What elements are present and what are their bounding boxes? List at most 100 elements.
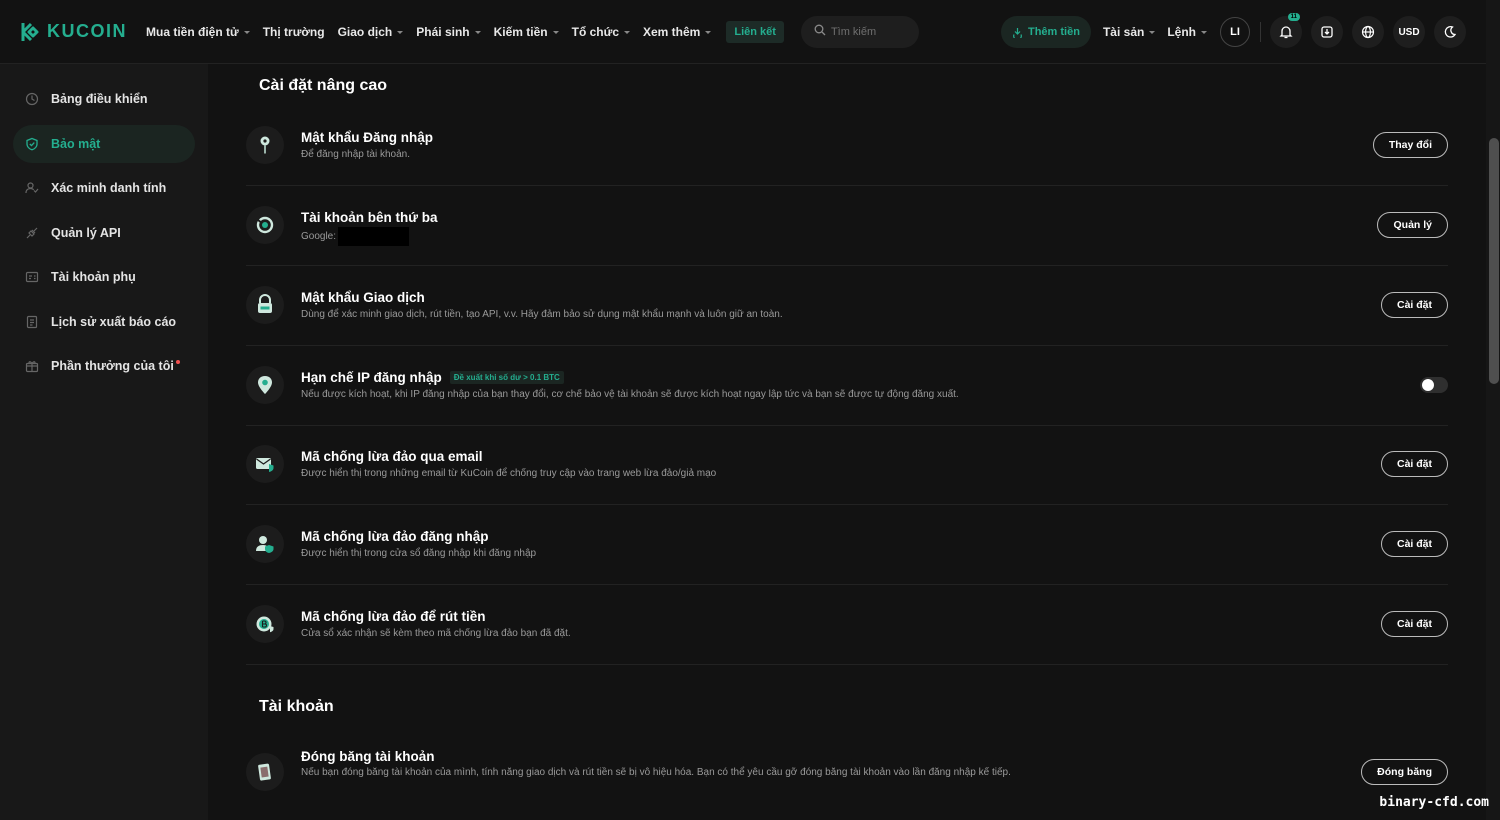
report-icon [25,315,39,329]
deposit-label: Thêm tiền [1027,26,1080,38]
kucoin-logo-icon [20,21,42,43]
setup-email-code-button[interactable]: Cài đặt [1380,451,1448,478]
chevron-down-icon [243,30,250,34]
chevron-down-icon [705,30,712,34]
sub-account-icon [25,270,39,284]
nav-label: Thị trường [262,24,325,39]
recommendation-badge: Đề xuất khi số dư > 0.1 BTC [449,371,564,384]
nav-trade[interactable]: Giao dịch [338,25,404,39]
row-title: Mật khẩu Đăng nhập [301,130,434,145]
chevron-down-icon [397,30,404,34]
row-description: Nếu bạn đóng băng tài khoản của mình, tí… [301,767,1011,778]
setting-row-freeze-account: Đóng băng tài khoản Nếu bạn đóng băng tà… [246,733,1448,811]
sidebar-item-label: Phần thưởng của tôi [51,359,174,373]
lock-icon [246,286,284,325]
sidebar-item-rewards[interactable]: Phần thưởng của tôi [13,347,195,385]
currency-button[interactable]: USD [1393,16,1425,48]
chevron-down-icon [1201,31,1207,34]
nav-label: Giao dịch [337,24,393,39]
affiliate-link[interactable]: Liên kết [726,20,784,43]
divider [1260,22,1261,42]
section-title-account: Tài khoản [259,698,334,715]
chevron-down-icon [474,30,481,34]
setting-row-login-antiphishing: Mã chống lừa đảo đăng nhập Được hiển thị… [246,505,1448,585]
top-navbar: KUCOIN Mua tiền điện tử Thị trường Giao … [0,0,1486,64]
currency-label: USD [1398,26,1420,38]
link-icon [246,206,284,245]
theme-toggle[interactable] [1434,16,1466,48]
page-scrollbar[interactable] [1486,0,1500,820]
nav-right: Thêm tiền Tài sản Lệnh LI 11 USD [1000,0,1486,64]
api-icon [25,226,39,240]
main-menu: Mua tiền điện tử Thị trường Giao dịch Ph… [146,20,784,43]
setting-row-ip-restriction: Hạn chế IP đăng nhập Đề xuất khi số dư > … [246,346,1448,426]
manage-button[interactable]: Quản lý [1377,212,1448,239]
setup-trading-password-button[interactable]: Cài đặt [1380,292,1448,319]
brand-name: KUCOIN [47,21,127,41]
bell-icon [1279,25,1293,39]
freeze-icon [246,753,284,791]
sidebar-item-label: Tài khoản phụ [51,270,136,284]
sidebar-item-security[interactable]: Bảo mật [13,124,195,163]
setup-login-code-button[interactable]: Cài đặt [1380,531,1448,558]
coin-shield-icon [246,605,284,644]
shield-icon [25,137,39,151]
sidebar-item-subaccount[interactable]: Tài khoản phụ [13,258,195,296]
nav-more[interactable]: Xem thêm [643,25,712,39]
search-input[interactable] [830,25,911,38]
setup-withdrawal-code-button[interactable]: Cài đặt [1380,611,1448,638]
chevron-down-icon [552,30,559,34]
sidebar-item-identity[interactable]: Xác minh danh tính [13,169,195,207]
location-icon [246,366,284,405]
main-content: Cài đặt nâng cao Mật khẩu Đăng nhập Để đ… [209,64,1486,820]
freeze-account-button[interactable]: Đóng băng [1361,759,1448,785]
sidebar-item-label: Xác minh danh tính [51,181,167,195]
sidebar-item-label: Bảo mật [51,136,101,151]
download-icon [1320,25,1334,39]
sidebar-item-api[interactable]: Quản lý API [13,214,195,252]
sidebar-item-label: Lịch sử xuất báo cáo [51,314,177,329]
row-description: Cửa sổ xác nhận sẽ kèm theo mã chống lừa… [301,628,571,639]
nav-buy-crypto[interactable]: Mua tiền điện tử [146,25,250,39]
nav-institutional[interactable]: Tổ chức [572,25,630,39]
section-title-advanced: Cài đặt nâng cao [259,77,388,94]
gift-icon [25,359,39,373]
nav-label: Tài sản [1102,25,1145,39]
sidebar-item-reports[interactable]: Lịch sử xuất báo cáo [13,303,195,341]
nav-earn[interactable]: Kiếm tiền [494,25,559,39]
nav-orders[interactable]: Lệnh [1167,25,1207,39]
row-title: Mã chống lừa đảo qua email [301,449,483,464]
nav-label: Tổ chức [571,24,619,39]
nav-label: Mua tiền điện tử [146,24,239,39]
search-box[interactable] [800,15,919,48]
user-verify-icon [25,181,39,195]
ip-restriction-toggle[interactable] [1420,377,1448,394]
download-button[interactable] [1311,16,1343,48]
row-description: Nếu được kích hoạt, khi IP đăng nhập của… [301,389,959,400]
row-title-text: Hạn chế IP đăng nhập [301,370,442,385]
notification-count: 11 [1287,13,1300,21]
change-password-button[interactable]: Thay đổi [1372,132,1448,159]
nav-derivatives[interactable]: Phái sinh [416,25,481,39]
scrollbar-thumb[interactable] [1489,138,1499,384]
avatar[interactable]: LI [1220,17,1250,47]
nav-markets[interactable]: Thị trường [263,25,325,39]
email-shield-icon [246,445,284,484]
kucoin-logo[interactable]: KUCOIN [20,21,138,43]
language-button[interactable] [1352,16,1384,48]
sidebar: Bảng điều khiển Bảo mật Xác minh danh tí… [0,64,208,820]
nav-label: Lệnh [1167,25,1196,39]
notification-button[interactable]: 11 [1270,13,1302,48]
deposit-button[interactable]: Thêm tiền [1000,16,1091,48]
setting-row-login-password: Mật khẩu Đăng nhập Để đăng nhập tài khoả… [246,106,1448,186]
setting-row-third-party: Tài khoản bên thứ ba Google: Quản lý [246,186,1448,266]
row-title: Mật khẩu Giao dịch [301,290,425,305]
row-title: Mã chống lừa đảo để rút tiền [301,609,486,624]
sidebar-item-dashboard[interactable]: Bảng điều khiển [13,80,195,118]
nav-assets[interactable]: Tài sản [1102,25,1156,39]
notification-dot [175,360,180,364]
globe-icon [1361,25,1375,39]
moon-icon [1443,25,1457,39]
row-title: Mã chống lừa đảo đăng nhập [301,529,489,544]
dashboard-icon [25,92,39,106]
